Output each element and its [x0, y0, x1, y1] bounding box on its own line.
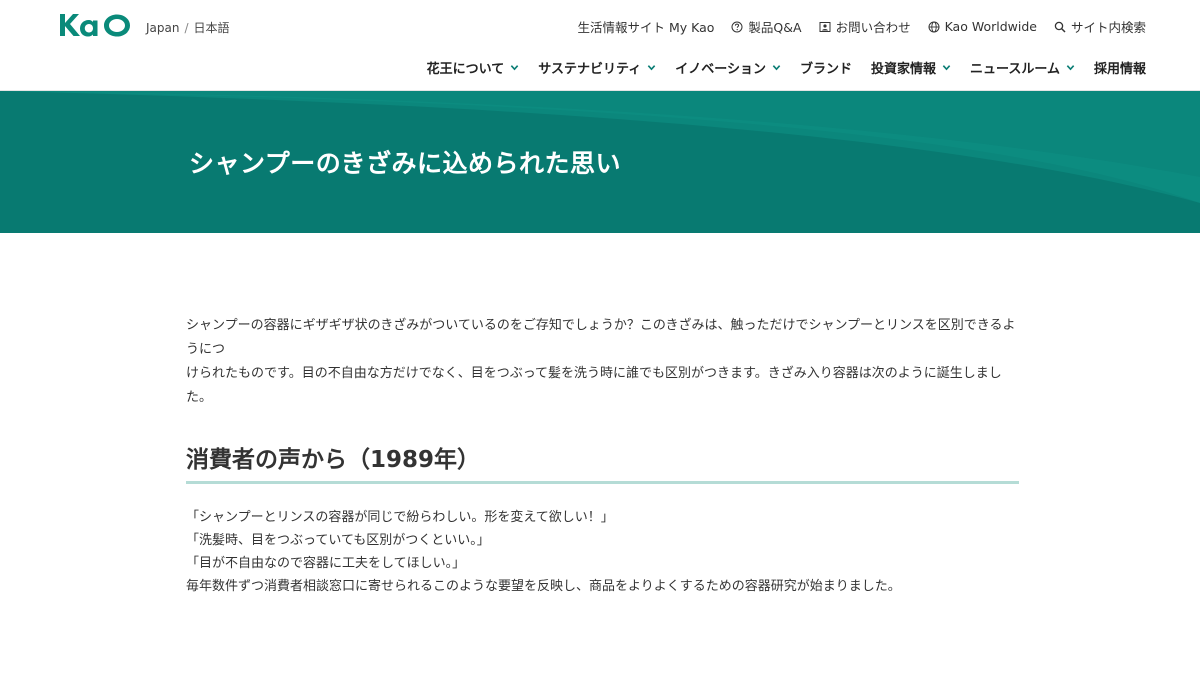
quote-line: 「シャンプーとリンスの容器が同じで紛らわしい。形を変えて欲しい！」 [186, 510, 614, 525]
consumer-voices: 「シャンプーとリンスの容器が同じで紛らわしい。形を変えて欲しい！」 「洗髪時、目… [186, 506, 1021, 598]
util-link-label: 生活情報サイト My Kao [577, 20, 715, 35]
main-nav: 花王について サステナビリティ イノベーション ブランド 投資家情報 ニュースル… [427, 58, 1146, 77]
contact-icon [819, 21, 831, 32]
language-label: 日本語 [193, 21, 230, 35]
nav-item-investors[interactable]: 投資家情報 [871, 58, 951, 77]
util-link-label: 製品Q&A [748, 20, 802, 35]
chevron-down-icon [647, 65, 656, 71]
nav-item-about-kao[interactable]: 花王について [427, 58, 520, 77]
globe-icon [928, 21, 940, 32]
body-text: 毎年数件ずつ消費者相談窓口に寄せられるこのような要望を反映し、商品をよりよくする… [186, 579, 901, 594]
nav-item-innovation[interactable]: イノベーション [675, 58, 781, 77]
util-link-label: サイト内検索 [1070, 20, 1146, 35]
kao-logo-icon [60, 14, 130, 37]
chevron-down-icon [772, 65, 781, 71]
nav-item-label: サステナビリティ [538, 62, 642, 77]
nav-item-label: ブランド [799, 62, 852, 77]
section-heading: 消費者の声から（1989年） [186, 440, 1019, 484]
intro-paragraph: シャンプーの容器にギザギザ状のきざみがついているのをご存知でしょうか？このきざみ… [186, 314, 1021, 410]
util-link-label: Kao Worldwide [944, 19, 1037, 34]
region-label: Japan [146, 20, 180, 35]
question-circle-icon [731, 21, 743, 32]
nav-item-sustainability[interactable]: サステナビリティ [538, 58, 656, 77]
chevron-down-icon [1066, 65, 1075, 71]
utility-nav: 生活情報サイト My Kao 製品Q&A お問い合わせ Kao Worldwid… [578, 17, 1147, 36]
nav-item-label: 採用情報 [1093, 62, 1146, 77]
region-separator: / [184, 20, 189, 35]
site-header: Japan / 日本語 生活情報サイト My Kao 製品Q&A お問い合わせ [0, 0, 1200, 91]
nav-item-newsroom[interactable]: ニュースルーム [970, 58, 1075, 77]
util-link-kao-worldwide[interactable]: Kao Worldwide [928, 19, 1037, 34]
nav-item-label: 花王について [426, 62, 505, 77]
search-icon [1054, 21, 1066, 33]
intro-line: けられたものです。目の不自由な方だけでなく、目をつぶって髪を洗う時に誰でも区別が… [186, 366, 1002, 405]
nav-item-label: イノベーション [675, 62, 766, 77]
intro-block: シャンプーの容器にギザギザ状のきざみがついているのをご存知でしょうか？このきざみ… [186, 314, 1021, 410]
util-link-contact[interactable]: お問い合わせ [819, 17, 911, 36]
quote-line: 「洗髪時、目をつぶっていても区別がつくといい。」 [186, 533, 490, 548]
region-selector[interactable]: Japan / 日本語 [146, 19, 230, 36]
util-link-site-search[interactable]: サイト内検索 [1054, 17, 1146, 36]
util-link-my-kao[interactable]: 生活情報サイト My Kao [578, 17, 715, 36]
quote-line: 「目が不自由なので容器に工夫をしてほしい。」 [186, 556, 466, 571]
intro-line: シャンプーの容器にギザギザ状のきざみがついているのをご存知でしょうか？このきざみ… [186, 318, 1016, 357]
hero-banner: シャンプーのきざみに込められた思い [0, 91, 1200, 233]
chevron-down-icon [942, 65, 951, 71]
nav-item-careers[interactable]: 採用情報 [1094, 58, 1146, 77]
nav-item-brands[interactable]: ブランド [800, 58, 852, 77]
chevron-down-icon [511, 65, 519, 71]
kao-logo[interactable] [58, 12, 134, 38]
nav-item-label: 投資家情報 [871, 62, 937, 77]
util-link-product-qa[interactable]: 製品Q&A [731, 17, 802, 36]
nav-item-label: ニュースルーム [970, 62, 1060, 77]
util-link-label: お問い合わせ [835, 20, 911, 35]
page-title: シャンプーのきざみに込められた思い [189, 149, 622, 178]
